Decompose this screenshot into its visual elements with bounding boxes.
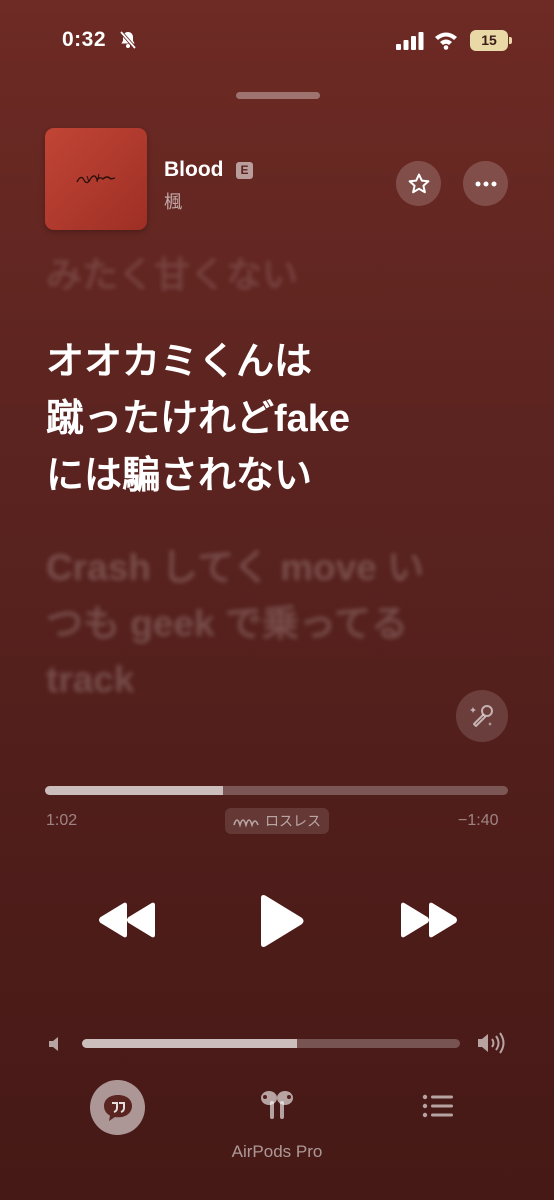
lossless-icon [233, 819, 259, 828]
remaining-time: −1:40 [458, 812, 499, 829]
playback-scrubber[interactable] [45, 786, 508, 795]
sing-icon [470, 705, 493, 727]
fast-forward-icon [401, 902, 457, 938]
lossless-badge[interactable]: ロスレス [225, 808, 329, 834]
more-icon [475, 181, 496, 186]
sing-button[interactable] [456, 690, 508, 742]
queue-icon [422, 1094, 453, 1118]
battery-tip [509, 37, 512, 44]
lyric-line-current[interactable]: オオカミくんは 蹴ったけれどfake には騙されない [46, 334, 516, 505]
lossless-label: ロスレス [265, 813, 321, 829]
elapsed-time: 1:02 [46, 812, 78, 829]
song-title: Blood [164, 158, 224, 181]
lyric-line-previous[interactable]: みたく甘くない [46, 246, 298, 298]
artist-name[interactable]: 楓 [164, 188, 182, 214]
rewind-button[interactable] [96, 898, 158, 942]
output-device-label[interactable]: AirPods Pro [0, 1142, 554, 1162]
play-icon [261, 895, 304, 947]
scrubber-fill [45, 786, 224, 795]
lyric-text: track [46, 659, 135, 700]
lyric-text: つも geek で乗ってる [46, 603, 409, 644]
lyrics-icon [103, 1094, 132, 1121]
lyric-line-next[interactable]: Crash してく move い つも geek で乗ってる track [46, 540, 506, 708]
airpods-icon [261, 1091, 293, 1119]
lyric-text: 蹴ったけれどfake [46, 398, 351, 440]
more-button[interactable] [463, 161, 508, 206]
lyric-text: Crash してく move い [46, 547, 425, 588]
play-button[interactable] [252, 892, 308, 950]
lyrics-button[interactable] [90, 1080, 145, 1135]
status-time: 0:32 [62, 28, 107, 51]
star-icon [408, 173, 429, 193]
lyric-text: オオカミくんは [46, 341, 313, 383]
airplay-button[interactable] [256, 1088, 298, 1124]
album-artwork[interactable] [45, 128, 147, 230]
favorite-button[interactable] [396, 161, 441, 206]
volume-slider[interactable] [82, 1039, 460, 1048]
artwork-scribble [76, 173, 116, 184]
bell-slash-icon [119, 30, 137, 50]
queue-button[interactable] [420, 1090, 456, 1122]
battery-icon: 15 [470, 30, 508, 51]
volume-low-icon [49, 1037, 58, 1051]
rewind-icon [99, 902, 155, 938]
wifi-icon [435, 32, 457, 50]
lyric-text: には騙されない [46, 455, 313, 497]
volume-fill [82, 1039, 298, 1048]
sheet-grabber[interactable] [236, 92, 320, 99]
fast-forward-button[interactable] [398, 898, 460, 942]
volume-high-icon [478, 1032, 505, 1054]
signal-icon [396, 32, 424, 50]
explicit-badge: E [236, 162, 253, 179]
